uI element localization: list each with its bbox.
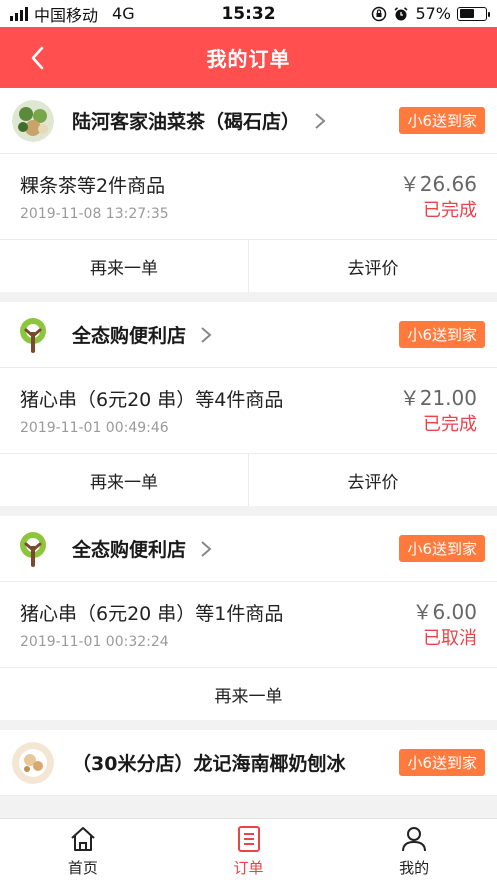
order-price: ￥21.00 — [399, 386, 477, 410]
page-title: 我的订单 — [206, 47, 291, 71]
order-status: 已取消 — [423, 628, 477, 649]
order-detail[interactable]: 粿条茶等2件商品 2019-11-08 13:27:35 ￥26.66 已完成 — [0, 154, 497, 240]
order-status: 已完成 — [423, 200, 477, 221]
order-time: 2019-11-08 13:27:35 — [20, 206, 169, 222]
order-shop-row[interactable]: 陆河客家油菜茶（碣石店） 小6送到家 — [0, 88, 497, 154]
chevron-right-icon — [201, 540, 212, 557]
tab-home[interactable]: 首页 — [0, 819, 166, 883]
order-actions: 再来一单 — [0, 668, 497, 720]
tab-label: 订单 — [233, 859, 264, 877]
order-detail[interactable]: 猪心串（6元20 串）等4件商品 2019-11-01 00:49:46 ￥21… — [0, 368, 497, 454]
delivery-tag: 小6送到家 — [399, 321, 485, 348]
order-time: 2019-11-01 00:32:24 — [20, 634, 169, 650]
order-status: 已完成 — [423, 414, 477, 435]
food-photo-icon — [12, 99, 54, 142]
shop-name: 全态购便利店 — [72, 539, 187, 561]
back-icon[interactable] — [26, 44, 52, 72]
carrier-label: 中国移动 — [34, 5, 99, 25]
order-card: （30米分店）龙记海南椰奶刨冰 小6送到家 — [0, 730, 497, 796]
order-list[interactable]: 陆河客家油菜茶（碣石店） 小6送到家 粿条茶等2件商品 2019-11-08 1… — [0, 88, 497, 818]
order-card: 全态购便利店 小6送到家 猪心串（6元20 串）等4件商品 2019-11-01… — [0, 302, 497, 506]
network-label: 4G — [112, 4, 135, 23]
reorder-button[interactable]: 再来一单 — [0, 454, 248, 506]
order-detail[interactable]: 猪心串（6元20 串）等1件商品 2019-11-01 00:32:24 ￥6.… — [0, 582, 497, 668]
goods-summary: 猪心串（6元20 串）等4件商品 — [20, 389, 284, 411]
delivery-tag: 小6送到家 — [399, 749, 485, 776]
review-button[interactable]: 去评价 — [248, 240, 497, 292]
order-actions: 再来一单 去评价 — [0, 454, 497, 506]
order-actions: 再来一单 去评价 — [0, 240, 497, 292]
delivery-tag: 小6送到家 — [399, 107, 485, 134]
order-card: 全态购便利店 小6送到家 猪心串（6元20 串）等1件商品 2019-11-01… — [0, 516, 497, 720]
order-price: ￥26.66 — [399, 172, 477, 196]
profile-icon — [402, 827, 427, 852]
order-list-icon — [237, 826, 260, 852]
order-time: 2019-11-01 00:49:46 — [20, 420, 169, 436]
food-photo-icon — [12, 741, 54, 784]
goods-summary: 粿条茶等2件商品 — [20, 175, 166, 197]
chevron-right-icon — [315, 112, 326, 129]
order-price: ￥6.00 — [412, 600, 477, 624]
signal-icon — [10, 6, 28, 21]
reorder-button[interactable]: 再来一单 — [0, 668, 497, 720]
tab-orders[interactable]: 订单 — [166, 819, 332, 883]
tree-logo-icon — [20, 317, 46, 353]
order-shop-row[interactable]: （30米分店）龙记海南椰奶刨冰 小6送到家 — [0, 730, 497, 796]
status-bar: 中国移动 4G 15:32 57% — [0, 0, 497, 27]
orientation-lock-icon — [372, 6, 387, 21]
home-icon — [71, 827, 95, 851]
tab-bar: 首页 订单 我的 — [0, 818, 497, 883]
goods-summary: 猪心串（6元20 串）等1件商品 — [20, 603, 284, 625]
order-shop-row[interactable]: 全态购便利店 小6送到家 — [0, 302, 497, 368]
shop-name: 陆河客家油菜茶（碣石店） — [72, 111, 301, 133]
order-card: 陆河客家油菜茶（碣石店） 小6送到家 粿条茶等2件商品 2019-11-08 1… — [0, 88, 497, 292]
order-shop-row[interactable]: 全态购便利店 小6送到家 — [0, 516, 497, 582]
battery-icon — [457, 6, 490, 21]
tab-label: 我的 — [399, 859, 430, 877]
alarm-icon — [394, 6, 408, 20]
reorder-button[interactable]: 再来一单 — [0, 240, 248, 292]
chevron-right-icon — [201, 326, 212, 343]
nav-bar: 我的订单 — [0, 27, 497, 88]
shop-name: 全态购便利店 — [72, 325, 187, 347]
battery-percent: 57% — [415, 4, 451, 23]
shop-name: （30米分店）龙记海南椰奶刨冰 — [72, 753, 346, 775]
tree-logo-icon — [20, 531, 46, 567]
tab-profile[interactable]: 我的 — [331, 819, 497, 883]
delivery-tag: 小6送到家 — [399, 535, 485, 562]
tab-label: 首页 — [67, 859, 98, 877]
review-button[interactable]: 去评价 — [248, 454, 497, 506]
